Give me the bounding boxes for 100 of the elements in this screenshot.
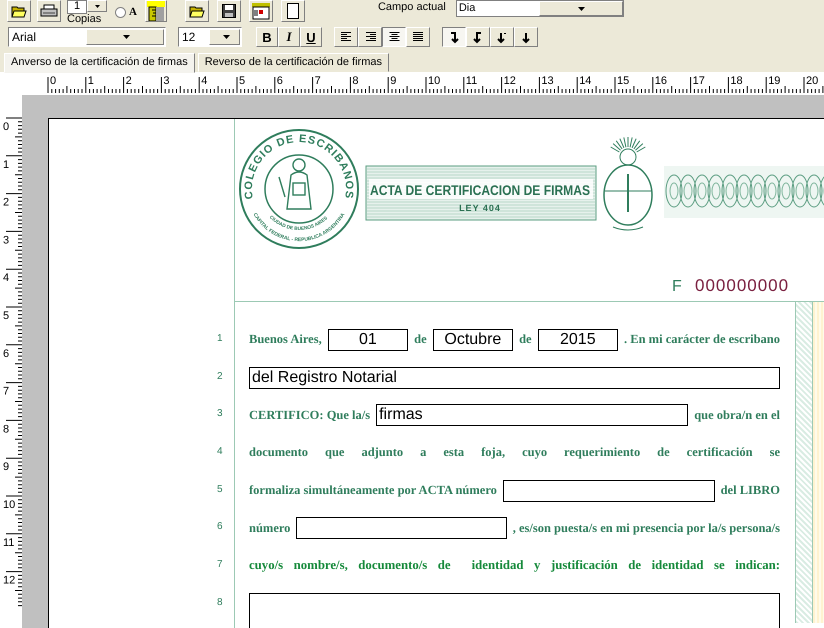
line-number: 2	[217, 370, 223, 382]
line-number: 5	[217, 484, 223, 495]
blank-page-icon	[286, 3, 299, 19]
form-text: número	[249, 520, 290, 536]
ruler-tool-button[interactable]	[144, 0, 167, 22]
input-field[interactable]	[296, 517, 507, 540]
align-left-button[interactable]	[334, 27, 358, 47]
ruler-number: 6	[3, 348, 10, 360]
hooked-down-arrow-icon	[472, 30, 484, 44]
ruler-number: 19	[768, 75, 780, 87]
ruler-number: 7	[3, 386, 10, 398]
italic-button[interactable]: I	[278, 27, 300, 47]
ruler-number: 5	[3, 310, 10, 322]
print-button[interactable]	[37, 0, 61, 22]
document-preview-icon	[250, 2, 271, 20]
ruler-number: 4	[3, 272, 10, 284]
ruler-number: 10	[3, 499, 16, 511]
line-number: 8	[217, 596, 223, 608]
form-text: formaliza simultáneamente por ACTA número	[249, 483, 497, 498]
ruler-number: 2	[3, 196, 10, 209]
radio-label: A	[129, 6, 137, 18]
ruler-number: 15	[617, 75, 630, 87]
hooked-down-arrow-icon	[448, 30, 460, 44]
form-text: documento que adjunto a esta foja, cuyo requerimiento de certificación se	[249, 445, 780, 460]
open-folder-button[interactable]	[184, 0, 209, 22]
ruler-number: 3	[163, 75, 170, 87]
ruler-number: 20	[806, 75, 818, 87]
preview-button[interactable]	[248, 0, 273, 22]
printer-icon	[40, 4, 58, 18]
banner-subtitle: LEY 404	[459, 203, 501, 213]
ruler-number: 16	[654, 75, 668, 87]
ruler-number: 9	[390, 75, 396, 87]
ruler-number: 8	[3, 423, 10, 436]
down-arrow-icon	[496, 30, 508, 44]
ruler-number: 17	[692, 75, 705, 87]
tab[interactable]: Anverso de la certificación de firmas	[4, 53, 195, 73]
caret-icon	[578, 6, 586, 10]
input-field[interactable]	[502, 480, 715, 502]
form-text: CERTIFICO: Que la/s	[249, 408, 370, 423]
spinner-button[interactable]	[87, 0, 107, 12]
copies-field[interactable]: 1	[67, 0, 87, 14]
form-text: del LIBRO	[720, 483, 780, 498]
caret-icon	[222, 35, 230, 39]
underline-button[interactable]: U	[300, 27, 322, 47]
ruler-number: 7	[314, 75, 321, 87]
input-field[interactable]: 01	[328, 328, 408, 351]
direction-button[interactable]	[442, 27, 466, 47]
form-text: Buenos Aires,	[249, 332, 322, 348]
form-text: , es/son puesta/s en mi presencia por la/s persona/s	[512, 520, 780, 536]
ruler-number: 1	[88, 75, 94, 87]
tab[interactable]: Reverso de la certificación de firmas	[198, 53, 389, 72]
current-field-dropdown[interactable]: Dia	[456, 0, 624, 17]
input-field[interactable]: Octubre	[432, 328, 514, 351]
font-size-dropdown[interactable]: 12	[178, 27, 242, 47]
ruler-number: 11	[3, 536, 14, 549]
ruler-number: 13	[541, 75, 554, 87]
folder-icon	[11, 4, 27, 18]
ruler-number: 14	[579, 75, 592, 87]
copies-label: Copias	[67, 13, 102, 25]
ruler-number: 12	[3, 574, 16, 587]
align-justify-icon	[412, 32, 424, 42]
form-text: . En mi carácter de escribano	[624, 332, 780, 348]
ruler-number: 2	[126, 75, 132, 87]
current-field-label: Campo actual	[378, 1, 446, 13]
ruler-number: 18	[730, 75, 743, 87]
open-folder-button[interactable]	[7, 0, 31, 22]
align-right-icon	[364, 32, 376, 42]
ruler-number: 10	[428, 75, 440, 87]
serial-prefix: F	[672, 278, 682, 295]
line-number: 3	[217, 408, 223, 420]
align-left-icon	[340, 32, 352, 42]
font-dropdown[interactable]: Arial	[8, 27, 166, 47]
caret-icon	[123, 35, 130, 39]
caret-icon	[94, 4, 100, 8]
input-field[interactable]: del Registro Notarial	[249, 366, 780, 389]
form-text: de	[414, 332, 427, 348]
down-arrow-icon	[520, 30, 532, 44]
align-justify-button[interactable]	[406, 27, 430, 47]
line-number: 1	[217, 332, 223, 344]
align-center-button[interactable]	[382, 27, 406, 47]
ruler-number: 11	[466, 75, 478, 87]
radio-button[interactable]	[115, 6, 126, 18]
form-text: de	[519, 332, 532, 348]
input-field[interactable]: 2015	[538, 328, 618, 351]
ruler-number: 5	[239, 75, 246, 87]
input-field[interactable]: firmas	[376, 404, 688, 426]
form-text: que obra/n en el	[694, 408, 780, 423]
ruler-number: 12	[504, 75, 516, 87]
line-number: 4	[217, 446, 223, 457]
form-text: cuyo/s nombre/s, documento/s de identidad y justificación de identidad se indican:	[249, 558, 780, 574]
ruler-number: 1	[3, 158, 10, 171]
align-right-button[interactable]	[358, 27, 382, 47]
ruler-number: 0	[3, 121, 10, 133]
text-area[interactable]	[249, 592, 780, 628]
save-button[interactable]	[216, 0, 241, 22]
ruler-number: 4	[201, 75, 208, 87]
new-page-button[interactable]	[280, 0, 305, 22]
ruler-icon	[146, 1, 165, 21]
ruler-number: 3	[3, 234, 10, 246]
bold-button[interactable]: B	[256, 27, 278, 47]
